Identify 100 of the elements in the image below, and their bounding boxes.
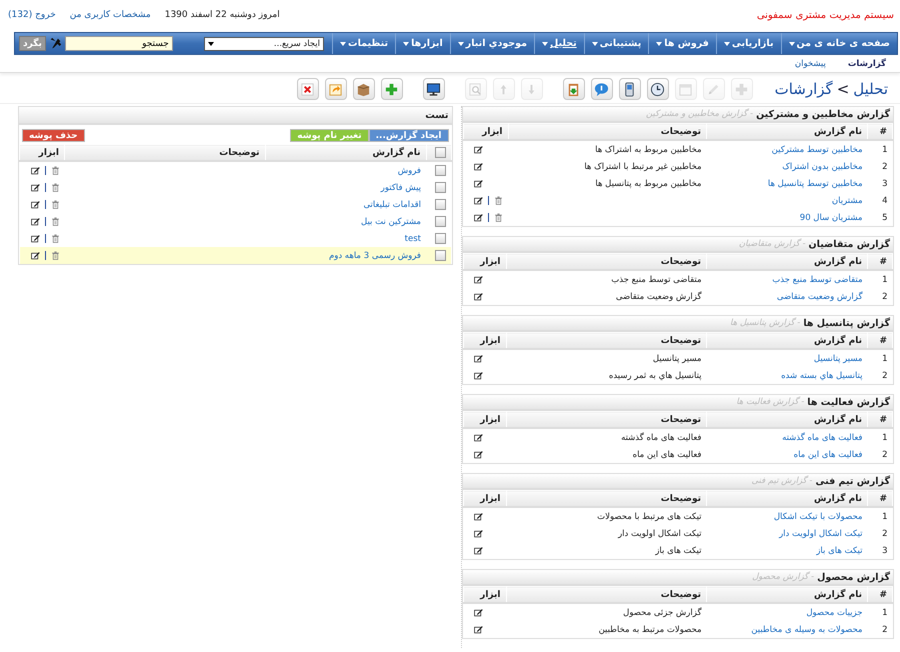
nav-menu[interactable]: صفحه ی خانه ی من bbox=[780, 33, 897, 54]
toolbar-button[interactable] bbox=[646, 78, 669, 100]
edit-button[interactable] bbox=[474, 354, 483, 364]
delete-folder-button[interactable]: حذف پوشه bbox=[22, 129, 85, 142]
report-link[interactable]: تیکت اشکال اولویت دار bbox=[779, 528, 862, 538]
report-link[interactable]: مشترکین نت بیل bbox=[361, 216, 421, 226]
column-header: توضیحات bbox=[64, 144, 265, 161]
edit-button[interactable] bbox=[474, 432, 483, 442]
edit-button[interactable] bbox=[474, 212, 483, 222]
checkbox[interactable] bbox=[435, 250, 446, 261]
nav-menu[interactable]: پشتیبانی bbox=[584, 33, 648, 54]
report-link[interactable]: تیکت های باز bbox=[816, 546, 862, 556]
report-link[interactable]: محصولات به وسیله ی مخاطبین bbox=[751, 624, 862, 634]
report-link[interactable]: اقدامات تبلیغاتی bbox=[363, 200, 421, 210]
edit-button[interactable] bbox=[30, 216, 40, 226]
edit-button[interactable] bbox=[474, 292, 483, 302]
checkbox[interactable] bbox=[435, 199, 446, 210]
column-header: توضیحات bbox=[506, 586, 706, 603]
nav-menu[interactable]: فروش ها bbox=[648, 33, 716, 54]
report-link[interactable]: مسیر پتانسیل bbox=[814, 354, 862, 364]
checkbox[interactable] bbox=[435, 216, 446, 227]
row-number: 3 bbox=[881, 544, 888, 558]
edit-icon bbox=[474, 178, 483, 188]
subnav-tab[interactable]: گزارشات bbox=[848, 58, 886, 68]
edit-button[interactable] bbox=[30, 182, 40, 192]
delete-button[interactable] bbox=[50, 216, 60, 226]
edit-icon bbox=[474, 528, 483, 538]
report-link[interactable]: پتانسیل هاي بسته شده bbox=[781, 370, 862, 380]
delete-button[interactable] bbox=[50, 234, 60, 244]
checkbox[interactable] bbox=[435, 233, 446, 244]
quick-create-dropdown[interactable]: ایجاد سریع... bbox=[204, 36, 324, 50]
checkbox[interactable] bbox=[434, 147, 446, 158]
edit-button[interactable] bbox=[474, 624, 483, 634]
section-subtitle: - گزارش پتانسیل ها bbox=[730, 318, 800, 328]
section-subtitle: - گزارش مخاطبین و مشترکین bbox=[646, 109, 754, 119]
toolbar-button[interactable] bbox=[618, 78, 641, 100]
search-button[interactable]: بگرد bbox=[19, 36, 46, 51]
delete-button[interactable] bbox=[50, 166, 60, 176]
report-link[interactable]: گزارش وضعیت متقاضی bbox=[776, 292, 862, 302]
column-header: توضیحات bbox=[508, 124, 706, 140]
trash-icon bbox=[50, 200, 60, 208]
nav-menu[interactable]: تنظیمات bbox=[332, 33, 396, 54]
edit-button[interactable] bbox=[474, 162, 483, 172]
report-link[interactable]: فروش bbox=[398, 166, 421, 176]
report-link[interactable]: مشتریان سال 90 bbox=[800, 212, 862, 222]
edit-button[interactable] bbox=[474, 370, 483, 380]
report-link[interactable]: محصولات با تیکت اشکال bbox=[774, 512, 862, 522]
report-link[interactable]: متقاضی توسط منبع جذب bbox=[772, 274, 862, 284]
edit-button[interactable] bbox=[474, 196, 483, 206]
logout-link[interactable]: خروج (132) bbox=[8, 10, 56, 20]
report-link[interactable]: فعالیت های ماه گذشته bbox=[782, 432, 862, 442]
edit-icon bbox=[30, 234, 40, 242]
edit-button[interactable] bbox=[474, 144, 483, 154]
subnav-tab[interactable]: پیشخوان bbox=[794, 58, 826, 68]
edit-icon bbox=[474, 608, 483, 616]
section-title: گزارش مخاطبین و مشترکین bbox=[756, 108, 890, 120]
search-field[interactable]: جستجو bbox=[64, 36, 173, 51]
nav-menu[interactable]: موجودي انبار bbox=[450, 33, 534, 54]
column-header: توضیحات bbox=[506, 412, 706, 428]
edit-button[interactable] bbox=[474, 608, 483, 618]
delete-button[interactable] bbox=[494, 212, 503, 222]
report-link[interactable]: پیش فاکتور bbox=[380, 182, 421, 192]
nav-menu[interactable]: تحلیل bbox=[534, 33, 584, 54]
delete-button[interactable] bbox=[494, 196, 503, 206]
table-cell: مخاطبین مربوط به اشتراک ها bbox=[508, 140, 706, 158]
report-link[interactable]: مخاطبین بدون اشتراک bbox=[782, 162, 862, 172]
profile-link[interactable]: مشخصات کاربری من bbox=[70, 10, 151, 20]
delete-button[interactable] bbox=[50, 250, 60, 260]
edit-button[interactable] bbox=[30, 250, 40, 260]
edit-button[interactable] bbox=[474, 178, 483, 188]
edit-button[interactable] bbox=[30, 234, 40, 244]
report-link[interactable]: فعالیت های این ماه bbox=[794, 450, 862, 460]
edit-button[interactable] bbox=[30, 200, 40, 210]
create-report-button[interactable]: ایجاد گزارش... bbox=[368, 129, 448, 142]
edit-button[interactable] bbox=[474, 546, 483, 556]
report-link[interactable]: test bbox=[404, 234, 421, 244]
edit-button[interactable] bbox=[474, 528, 483, 538]
delete-button[interactable] bbox=[50, 200, 60, 210]
edit-button[interactable] bbox=[474, 512, 483, 522]
delete-button[interactable] bbox=[50, 182, 60, 192]
nav-menu[interactable]: بازاریابی bbox=[716, 33, 781, 54]
edit-icon bbox=[474, 546, 483, 554]
edit-button[interactable] bbox=[474, 450, 483, 460]
checkbox[interactable] bbox=[435, 182, 446, 193]
column-header: # bbox=[868, 490, 892, 507]
column-header: ابزار bbox=[463, 412, 506, 428]
column-header: ابزار bbox=[463, 124, 508, 140]
toolbar-button[interactable] bbox=[422, 78, 445, 100]
nav-menu[interactable]: ابزارها bbox=[395, 33, 450, 54]
report-link[interactable]: مخاطبین توسط پتانسیل ها bbox=[768, 178, 862, 188]
row-number: 2 bbox=[881, 160, 888, 174]
report-link[interactable]: مخاطبین توسط مشترکین bbox=[772, 144, 862, 154]
edit-button[interactable] bbox=[474, 274, 483, 284]
edit-icon bbox=[474, 624, 483, 634]
edit-button[interactable] bbox=[30, 166, 40, 176]
report-link[interactable]: مشتریان bbox=[832, 196, 862, 206]
row-number: 1 bbox=[868, 270, 892, 288]
checkbox[interactable] bbox=[435, 165, 446, 176]
edit-icon bbox=[474, 450, 483, 458]
report-link[interactable]: جزییات محصول bbox=[806, 608, 862, 618]
